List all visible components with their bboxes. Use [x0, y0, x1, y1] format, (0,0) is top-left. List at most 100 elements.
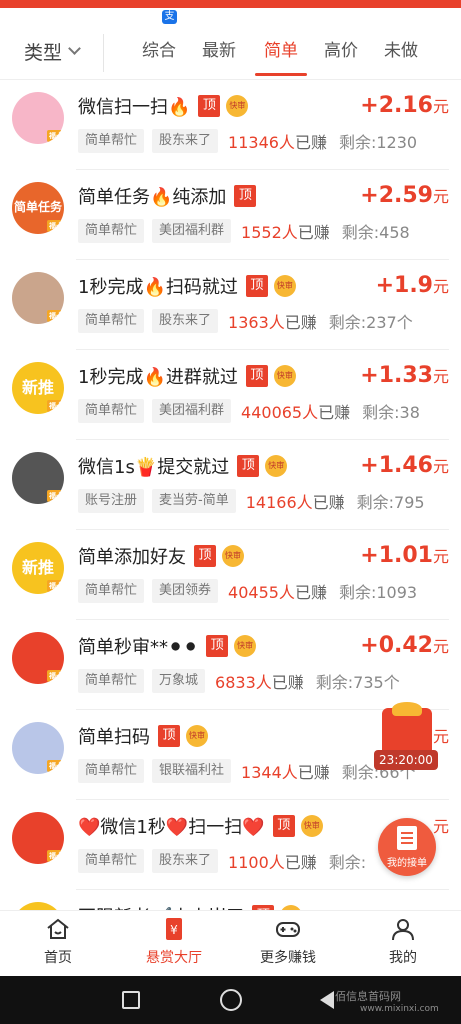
task-price: +2.59元	[360, 182, 449, 210]
fast-review-badge: 快审	[273, 365, 296, 387]
task-item[interactable]: 福卡 简单秒审**⚫⚫ 顶快审 +0.42元 简单帮忙 万象城 6833人 已赚 剩余:735个	[0, 620, 461, 710]
svg-text:¥: ¥	[170, 923, 178, 937]
remaining-count: 剩余:795	[356, 493, 425, 512]
nav-profile-label: 我的	[389, 950, 417, 966]
watermark: 佰信息首码网	[335, 990, 401, 1003]
price-value: +1.01	[360, 543, 433, 568]
task-price: +1.01元	[360, 542, 449, 570]
task-title-row: 简单任务🔥纯添加顶	[78, 182, 257, 210]
price-value: +1.46	[360, 453, 433, 478]
remaining-count: 剩余:	[328, 853, 367, 872]
my-orders-button[interactable]: 我的接单	[378, 818, 436, 876]
red-packet-icon	[382, 702, 432, 752]
tab-simple[interactable]: 简单	[255, 36, 307, 76]
document-icon	[397, 826, 417, 850]
fast-review-badge: 快审	[234, 635, 257, 657]
earned-count: 1363人	[228, 313, 285, 332]
task-meta-row: 账号注册 麦当劳-简单 14166人 已赚 剩余:795	[78, 488, 425, 514]
task-title: 简单秒审**⚫⚫	[78, 637, 199, 658]
task-title-row: ❤️微信1秒❤️扫一扫❤️ 顶快审	[78, 812, 323, 840]
top-accent-strip	[0, 0, 461, 8]
task-price: +1.9元	[376, 272, 449, 300]
countdown-timer: 23:20:00	[374, 750, 438, 770]
nav-reward-hall[interactable]: ¥ 悬赏大厅	[124, 917, 224, 973]
tab-latest[interactable]: 最新	[201, 36, 237, 66]
fast-review-badge: 快审	[226, 95, 249, 117]
category-tag: 账号注册	[78, 489, 145, 513]
task-avatar: 新推 福卡	[12, 362, 64, 414]
pinned-badge: 顶	[198, 95, 221, 117]
task-avatar: 福卡	[12, 632, 64, 684]
back-button[interactable]	[320, 991, 334, 1009]
task-item[interactable]: 福卡 微信1s🍟提交就过顶快审 +1.46元 账号注册 麦当劳-简单 14166人 已赚 剩余…	[0, 440, 461, 530]
nav-profile[interactable]: 我的	[353, 917, 453, 973]
category-tag: 简单帮忙	[78, 129, 145, 153]
pinned-badge: 顶	[245, 365, 268, 387]
publisher-tag: 麦当劳-简单	[152, 489, 236, 513]
task-price: +1.46元	[360, 452, 449, 480]
watermark-url: www.mixinxi.com	[360, 1004, 439, 1014]
task-title-row: 简单扫码顶快审	[78, 722, 208, 750]
remaining-count: 剩余:237个	[328, 313, 413, 332]
pinned-badge: 顶	[206, 635, 229, 657]
task-title: 简单添加好友	[78, 547, 186, 568]
nav-more-earn[interactable]: 更多赚钱	[238, 917, 338, 973]
price-unit: 元	[432, 547, 449, 566]
pinned-badge: 顶	[158, 725, 180, 747]
avatar-badge: 福卡	[47, 670, 64, 682]
red-packet-float[interactable]: 23:20:00	[374, 702, 438, 770]
earned-suffix: 已赚	[284, 313, 317, 332]
task-item[interactable]: 福卡 不限新老✔️上上岸了顶快审	[0, 890, 461, 910]
task-meta-row: 简单帮忙 股东来了 1363人 已赚 剩余:237个	[78, 308, 413, 334]
nav-home[interactable]: 首页	[8, 917, 108, 973]
price-unit: 元	[432, 817, 449, 836]
category-tag: 简单帮忙	[78, 309, 145, 333]
price-value: +1.9	[375, 273, 433, 298]
task-title-row: 简单添加好友顶快审	[78, 542, 244, 570]
pinned-badge: 顶	[194, 545, 216, 567]
task-price: +1.33元	[360, 362, 449, 390]
task-title: 1秒完成🔥进群就过	[78, 367, 238, 388]
avatar-badge: 福卡	[47, 130, 64, 142]
task-item[interactable]: 福卡 1秒完成🔥扫码就过顶快审 +1.9元 简单帮忙 股东来了 1363人 已赚 剩余:237…	[0, 260, 461, 350]
publisher-tag: 美团福利群	[152, 219, 232, 243]
task-item[interactable]: 新推 福卡 简单添加好友顶快审 +1.01元 简单帮忙 美团领券 40455人 已赚 剩余:10…	[0, 530, 461, 620]
nav-more-earn-label: 更多赚钱	[260, 950, 316, 966]
type-dropdown[interactable]: 类型	[24, 36, 81, 66]
earned-suffix: 已赚	[318, 403, 351, 422]
bottom-nav: 首页 ¥ 悬赏大厅 更多赚钱 我的	[0, 910, 461, 976]
publisher-tag: 股东来了	[152, 309, 219, 333]
earned-suffix: 已赚	[271, 673, 304, 692]
gamepad-icon	[275, 917, 301, 941]
earned-suffix: 已赚	[284, 853, 317, 872]
recent-apps-button[interactable]	[122, 991, 140, 1009]
task-avatar: 福卡	[12, 812, 64, 864]
publisher-tag: 美团领券	[152, 579, 219, 603]
remaining-count: 剩余:1093	[338, 583, 418, 602]
task-item[interactable]: 简单任务 福卡 简单任务🔥纯添加顶 +2.59元 简单帮忙 美团福利群 1552人 已赚 剩余:…	[0, 170, 461, 260]
avatar-text: 简单任务	[13, 200, 62, 215]
earned-suffix: 已赚	[294, 133, 327, 152]
reward-icon: ¥	[161, 917, 187, 941]
tab-not-done[interactable]: 未做	[383, 36, 419, 66]
price-unit: 元	[432, 187, 449, 206]
task-avatar: 简单任务 福卡	[12, 182, 64, 234]
payment-app-icon: 支	[162, 10, 177, 24]
price-value: +2.16	[360, 93, 433, 118]
pinned-badge: 顶	[234, 185, 257, 207]
price-value: +2.59	[360, 183, 433, 208]
tab-high-price[interactable]: 高价	[323, 36, 359, 66]
home-icon	[45, 917, 71, 941]
home-button[interactable]	[220, 989, 242, 1011]
earned-count: 440065人	[241, 403, 319, 422]
fast-review-badge: 快审	[186, 725, 208, 747]
tab-comprehensive[interactable]: 综合	[141, 36, 177, 66]
earned-suffix: 已赚	[294, 583, 327, 602]
remaining-count: 剩余:38	[362, 403, 420, 422]
task-item[interactable]: 新推 福卡 1秒完成🔥进群就过顶快审 +1.33元 简单帮忙 美团福利群 440065人 已赚…	[0, 350, 461, 440]
task-item[interactable]: 福卡 微信扫一扫🔥 顶快审 +2.16元 简单帮忙 股东来了 11346人 已赚 剩余:1230	[0, 80, 461, 170]
price-unit: 元	[432, 367, 449, 386]
task-title: 简单扫码	[78, 727, 150, 748]
task-title: 1秒完成🔥扫码就过	[78, 277, 238, 298]
nav-home-label: 首页	[44, 950, 72, 966]
